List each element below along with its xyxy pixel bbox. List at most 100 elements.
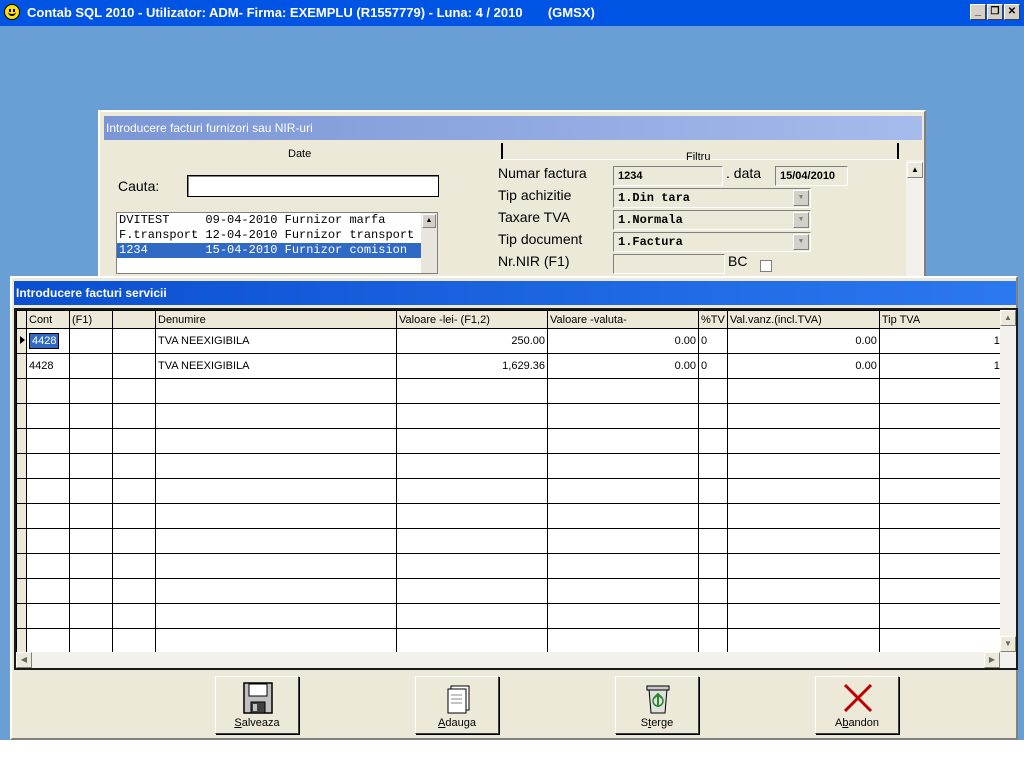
empty-cell[interactable] bbox=[26, 478, 70, 504]
save-button[interactable]: Salveaza bbox=[215, 676, 299, 734]
empty-cell[interactable] bbox=[69, 628, 113, 654]
empty-table-row[interactable] bbox=[16, 553, 1003, 579]
tab-filtru[interactable]: Filtru bbox=[686, 151, 710, 163]
supplier-list-item[interactable]: DVITEST 09-04-2010 Furnizor marfa bbox=[117, 213, 423, 228]
supplier-list[interactable]: DVITEST 09-04-2010 Furnizor marfa F.tran… bbox=[116, 212, 438, 274]
empty-cell[interactable] bbox=[547, 378, 699, 404]
empty-table-row[interactable] bbox=[16, 528, 1003, 554]
empty-cell[interactable] bbox=[878, 603, 1003, 629]
empty-cell[interactable] bbox=[26, 578, 70, 604]
cell-tip-tva[interactable]: 1 bbox=[878, 353, 1003, 379]
cell-extra[interactable] bbox=[112, 328, 156, 354]
empty-cell[interactable] bbox=[878, 528, 1003, 554]
column-header-tip-tva[interactable]: Tip TVA bbox=[878, 310, 1003, 329]
nr-nir-field[interactable] bbox=[613, 254, 725, 274]
bc-checkbox[interactable] bbox=[760, 260, 772, 272]
grid-vertical-scrollbar[interactable]: ▲ ▼ bbox=[1000, 310, 1016, 652]
cell-valoare-lei[interactable]: 1,629.36 bbox=[396, 353, 548, 379]
empty-cell[interactable] bbox=[155, 553, 397, 579]
empty-cell[interactable] bbox=[726, 628, 880, 654]
empty-cell[interactable] bbox=[878, 403, 1003, 429]
cell-valoare-valuta[interactable]: 0.00 bbox=[547, 328, 699, 354]
empty-cell[interactable] bbox=[878, 428, 1003, 454]
empty-cell[interactable] bbox=[698, 503, 728, 529]
column-header-valoare-valuta[interactable]: Valoare -valuta- bbox=[547, 310, 699, 329]
cell-tip-tva[interactable]: 1 bbox=[878, 328, 1003, 354]
cell-tva-pct[interactable]: 0 bbox=[698, 353, 728, 379]
app-title-bar[interactable]: Contab SQL 2010 - Utilizator: ADM- Firma… bbox=[0, 0, 1024, 26]
empty-cell[interactable] bbox=[155, 403, 397, 429]
empty-cell[interactable] bbox=[26, 378, 70, 404]
restore-button[interactable]: ❐ bbox=[987, 4, 1003, 20]
empty-cell[interactable] bbox=[698, 628, 728, 654]
cell-tva-pct[interactable]: 0 bbox=[698, 328, 728, 354]
empty-cell[interactable] bbox=[547, 553, 699, 579]
empty-cell[interactable] bbox=[396, 628, 548, 654]
empty-cell[interactable] bbox=[396, 528, 548, 554]
column-header-blank[interactable] bbox=[112, 310, 156, 329]
empty-cell[interactable] bbox=[726, 378, 880, 404]
empty-cell[interactable] bbox=[69, 403, 113, 429]
chevron-down-icon[interactable]: ▼ bbox=[793, 212, 809, 228]
empty-cell[interactable] bbox=[112, 553, 156, 579]
empty-cell[interactable] bbox=[698, 428, 728, 454]
empty-cell[interactable] bbox=[155, 503, 397, 529]
scroll-up-icon[interactable]: ▲ bbox=[907, 162, 923, 178]
empty-cell[interactable] bbox=[396, 503, 548, 529]
supplier-list-scrollbar[interactable]: ▲ bbox=[421, 213, 437, 273]
empty-cell[interactable] bbox=[26, 403, 70, 429]
empty-cell[interactable] bbox=[26, 503, 70, 529]
empty-table-row[interactable] bbox=[16, 403, 1003, 429]
scroll-right-icon[interactable]: ▶ bbox=[984, 652, 1000, 668]
scroll-left-icon[interactable]: ◀ bbox=[16, 652, 32, 668]
empty-table-row[interactable] bbox=[16, 378, 1003, 404]
empty-cell[interactable] bbox=[698, 528, 728, 554]
taxare-tva-select[interactable]: 1.Normala ▼ bbox=[613, 210, 811, 230]
cell-cont-value[interactable]: 4428 bbox=[29, 333, 60, 349]
empty-cell[interactable] bbox=[547, 403, 699, 429]
add-button[interactable]: Adauga bbox=[415, 676, 499, 734]
empty-cell[interactable] bbox=[726, 478, 880, 504]
empty-cell[interactable] bbox=[396, 553, 548, 579]
empty-cell[interactable] bbox=[112, 603, 156, 629]
chevron-down-icon[interactable]: ▼ bbox=[793, 234, 809, 250]
minimize-button[interactable]: _ bbox=[970, 4, 986, 20]
empty-cell[interactable] bbox=[698, 403, 728, 429]
empty-cell[interactable] bbox=[112, 503, 156, 529]
empty-cell[interactable] bbox=[698, 603, 728, 629]
empty-cell[interactable] bbox=[69, 453, 113, 479]
empty-table-row[interactable] bbox=[16, 628, 1003, 654]
empty-cell[interactable] bbox=[396, 428, 548, 454]
empty-cell[interactable] bbox=[547, 528, 699, 554]
empty-cell[interactable] bbox=[396, 403, 548, 429]
supplier-list-item[interactable]: F.transport 12-04-2010 Furnizor transpor… bbox=[117, 228, 423, 243]
tip-document-select[interactable]: 1.Factura ▼ bbox=[613, 232, 811, 252]
empty-cell[interactable] bbox=[112, 628, 156, 654]
empty-cell[interactable] bbox=[726, 428, 880, 454]
empty-cell[interactable] bbox=[26, 453, 70, 479]
cell-val-vanz[interactable]: 0.00 bbox=[726, 353, 880, 379]
empty-cell[interactable] bbox=[878, 578, 1003, 604]
empty-cell[interactable] bbox=[726, 453, 880, 479]
empty-table-row[interactable] bbox=[16, 428, 1003, 454]
cell-f1[interactable] bbox=[69, 353, 113, 379]
empty-cell[interactable] bbox=[69, 603, 113, 629]
empty-cell[interactable] bbox=[726, 528, 880, 554]
scroll-up-icon[interactable]: ▲ bbox=[422, 214, 436, 228]
empty-cell[interactable] bbox=[547, 428, 699, 454]
empty-cell[interactable] bbox=[547, 628, 699, 654]
empty-cell[interactable] bbox=[69, 478, 113, 504]
empty-cell[interactable] bbox=[112, 478, 156, 504]
cell-cont[interactable]: 4428 bbox=[26, 353, 70, 379]
empty-cell[interactable] bbox=[726, 578, 880, 604]
empty-cell[interactable] bbox=[155, 628, 397, 654]
empty-cell[interactable] bbox=[26, 628, 70, 654]
cell-extra[interactable] bbox=[112, 353, 156, 379]
empty-cell[interactable] bbox=[726, 503, 880, 529]
empty-cell[interactable] bbox=[155, 478, 397, 504]
cell-denumire[interactable]: TVA NEEXIGIBILA bbox=[155, 353, 397, 379]
tip-achizitie-select[interactable]: 1.Din tara ▼ bbox=[613, 188, 811, 208]
empty-cell[interactable] bbox=[547, 578, 699, 604]
empty-cell[interactable] bbox=[878, 453, 1003, 479]
empty-cell[interactable] bbox=[698, 478, 728, 504]
